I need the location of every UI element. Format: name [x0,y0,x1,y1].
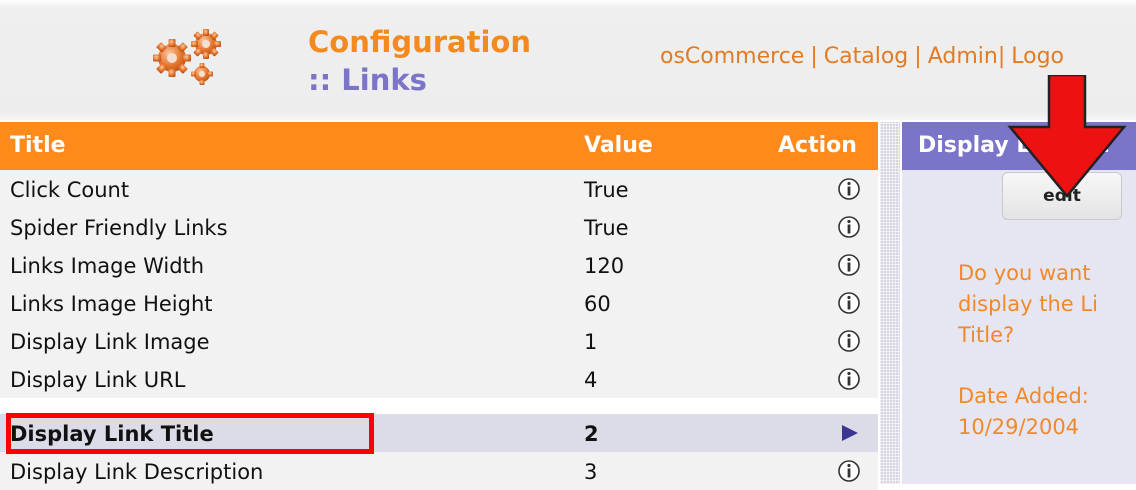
row-value: True [584,178,629,202]
info-icon[interactable] [836,252,862,278]
description-line: display the Li [958,292,1098,316]
gears-logo-icon [153,29,221,85]
red-arrow-icon [1007,75,1127,198]
nav-link-logoff[interactable]: Logo [1011,44,1064,69]
row-value: 3 [584,460,598,484]
table-row[interactable]: Display Link URL 4 [0,360,878,398]
date-added-label: Date Added: [958,384,1089,408]
row-value: 2 [584,422,599,446]
description-line: Do you want [958,261,1091,285]
row-value: 1 [584,330,598,354]
info-icon[interactable] [836,458,862,484]
page-title: Configuration :: Links [308,23,531,99]
row-value: 4 [584,368,598,392]
info-icon[interactable] [836,214,862,240]
nav-link-admin[interactable]: Admin [928,44,998,69]
row-value: True [584,216,629,240]
row-title: Spider Friendly Links [10,216,228,240]
table-row[interactable]: Spider Friendly Links True [0,208,878,246]
page-title-line1: Configuration [308,25,531,59]
column-header-value: Value [584,133,653,158]
column-header-title: Title [10,133,66,158]
table-row[interactable]: Display Link Description 3 [0,452,878,490]
nav-separator: | [997,44,1006,69]
info-icon[interactable] [836,366,862,392]
info-description: Do you want display the Li Title? Date A… [958,258,1136,443]
row-title: Display Link URL [10,368,186,392]
row-title: Links Image Height [10,292,213,316]
table-header: Title Value Action [0,122,878,170]
header: Configuration :: Links osCommerce | Catalo… [0,0,1136,120]
row-value: 120 [584,254,625,278]
table-row[interactable]: Links Image Width 120 [0,246,878,284]
table-row[interactable]: Links Image Height 60 [0,284,878,322]
column-header-action: Action [778,133,857,158]
table-row[interactable]: Click Count True [0,170,878,208]
arrow-icon [842,425,858,441]
row-value: 60 [584,292,611,316]
panel-divider [880,122,900,484]
info-icon[interactable] [836,176,862,202]
nav-link-catalog[interactable]: Catalog [824,44,909,69]
nav-separator: | [914,44,922,69]
row-title: Display Link Image [10,330,210,354]
info-icon[interactable] [836,290,862,316]
date-added-value: 10/29/2004 [958,415,1080,439]
info-icon[interactable] [836,328,862,354]
table-row[interactable]: Display Link Image 1 [0,322,878,360]
annotation-highlight-box [6,413,374,454]
row-title: Links Image Width [10,254,205,278]
row-title: Click Count [10,178,130,202]
nav-link-oscommerce[interactable]: osCommerce [660,44,804,69]
description-line: Title? [958,323,1015,347]
page-title-line2: :: Links [308,63,427,97]
top-nav: osCommerce | Catalog | Admin| Logo [660,44,1064,69]
nav-separator: | [810,44,818,69]
row-title: Display Link Description [10,460,264,484]
